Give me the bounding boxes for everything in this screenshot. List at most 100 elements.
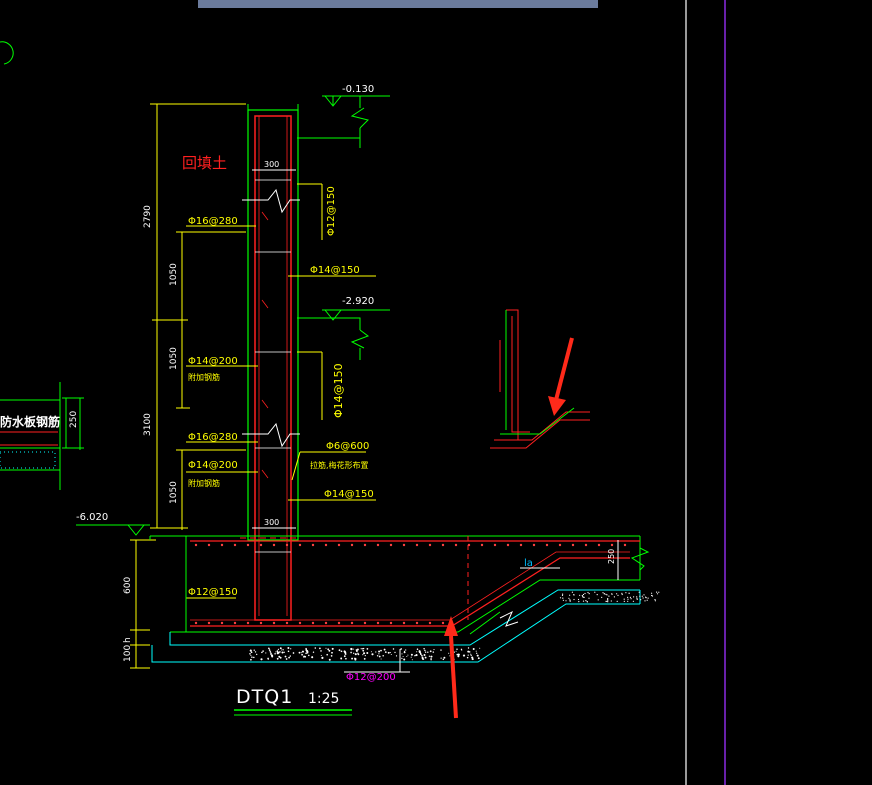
dim-upper-height: 2790	[143, 205, 153, 228]
bedding-stipple	[607, 599, 609, 601]
bedding-stipple	[449, 655, 451, 657]
rebar-label-4-sub: 附加钢筋	[188, 372, 220, 382]
bedding-stipple	[430, 659, 432, 661]
dim-1050-b: 1050	[169, 347, 179, 370]
rebar-dot	[571, 543, 575, 547]
rebar-dot	[246, 543, 250, 547]
annotation-arrow-1	[548, 337, 574, 416]
rebar-dot	[324, 621, 328, 625]
rebar-dot	[194, 543, 198, 547]
bedding-stipple	[466, 656, 469, 659]
bedding-stipple	[646, 599, 648, 601]
bedding-stipple	[456, 653, 459, 656]
bedding-stipple	[633, 596, 635, 598]
bedding-stipple	[606, 594, 608, 596]
bedding-stipple	[260, 658, 263, 661]
bedding-stipple	[448, 652, 450, 654]
rebar-label-10: Φ12@150	[188, 587, 238, 598]
bedding-stipple	[636, 597, 638, 600]
bedding-stipple	[366, 648, 369, 650]
bedding-stipple	[331, 647, 334, 650]
rebar-dot	[220, 621, 224, 625]
bedding-stipple	[384, 651, 387, 653]
bedding-stipple	[276, 650, 279, 653]
bedding-stipple	[285, 658, 288, 660]
bedding-stipple	[582, 596, 584, 598]
bedding-stipple	[354, 653, 357, 656]
bedding-stipple	[389, 652, 391, 654]
bedding-stipple	[328, 649, 331, 652]
bedding-stipple	[627, 598, 629, 600]
rebar-dot	[337, 543, 341, 547]
bedding-stipple	[378, 655, 381, 658]
bedding-stipple	[467, 647, 470, 649]
bedding-stipple	[424, 651, 427, 653]
ucs-circle-icon	[0, 41, 14, 65]
title-block: DTQ1 1:25	[234, 686, 352, 716]
rebar-dot	[194, 621, 198, 625]
bedding-stipple	[608, 595, 610, 597]
rebar-dot	[246, 621, 250, 625]
bedding-stipple	[479, 647, 481, 649]
bedding-stipple	[362, 647, 365, 650]
bedding-stipple	[658, 591, 660, 593]
bedding-stipple	[416, 648, 419, 650]
bedding-stipple	[432, 651, 435, 653]
bedding-stipple	[363, 657, 366, 660]
bedding-stipple	[392, 648, 395, 650]
bedding-stipple	[440, 657, 442, 659]
rebar-dot	[415, 543, 419, 547]
dimension-chain	[130, 103, 246, 669]
rebar-dot	[402, 621, 406, 625]
bedding-stipple	[279, 647, 282, 650]
bedding-stipple	[290, 648, 292, 650]
bedding-stipple	[292, 652, 295, 654]
bedding-stipple	[415, 654, 418, 657]
bedding-stipple	[355, 650, 358, 652]
bedding-stipple	[406, 655, 408, 658]
bedding-stipple	[588, 593, 590, 595]
rebar-label-4: Φ14@200	[188, 356, 238, 367]
rebar-dot	[467, 543, 471, 547]
rebar-label-8: Φ14@200	[188, 460, 238, 471]
bedding-stipple	[319, 647, 321, 650]
bedding-stipple	[470, 653, 472, 655]
bedding-stipple	[621, 592, 623, 595]
bedding-stipple	[651, 592, 653, 594]
bedding-stipple	[279, 651, 281, 653]
bedding-stipple	[253, 656, 255, 659]
rebar-dot	[233, 543, 237, 547]
bedding-stipple	[362, 649, 365, 652]
bedding-stipple	[366, 652, 369, 654]
rebar-dot	[532, 543, 536, 547]
dim-1050-c: 1050	[169, 481, 179, 504]
rebar-dot	[259, 621, 263, 625]
bedding-stipple	[565, 600, 567, 602]
dim-lower-height: 3100	[143, 413, 153, 436]
bedding-stipple	[621, 593, 623, 596]
dim-right-250: 250	[607, 549, 616, 564]
bedding-stipple	[427, 651, 429, 653]
bedding-stipple	[458, 653, 460, 656]
rebar-dot	[402, 543, 406, 547]
base-slab: 250 la	[149, 535, 650, 633]
bedding-stipple	[476, 652, 478, 654]
bedding-stipple	[325, 647, 327, 649]
dim-wall-bottom-300: 300	[264, 518, 279, 527]
bedding-stipple	[351, 657, 354, 660]
rebar-label-7: Φ6@600	[326, 441, 369, 452]
bedding-stipple	[477, 655, 479, 657]
bedding-stipple	[573, 598, 575, 601]
dim-base-600: 600	[123, 577, 133, 594]
bedding-stipple	[311, 656, 314, 659]
bedding-stipple	[607, 601, 609, 603]
rebar-label-7-sub: 拉筋,梅花形布置	[310, 460, 369, 470]
bedding-stipple	[411, 659, 413, 661]
bedding-stipple	[301, 653, 303, 656]
bedding-stipple	[353, 652, 355, 654]
bedding-stipple	[641, 595, 643, 597]
bedding-stipple	[305, 649, 307, 651]
bedding-stipple	[573, 594, 575, 596]
cad-drawing-canvas[interactable]: 防水板钢筋 250 2790 3100 1050 1050 1050 600 1…	[0, 0, 872, 785]
bedding-stipple	[370, 651, 372, 653]
